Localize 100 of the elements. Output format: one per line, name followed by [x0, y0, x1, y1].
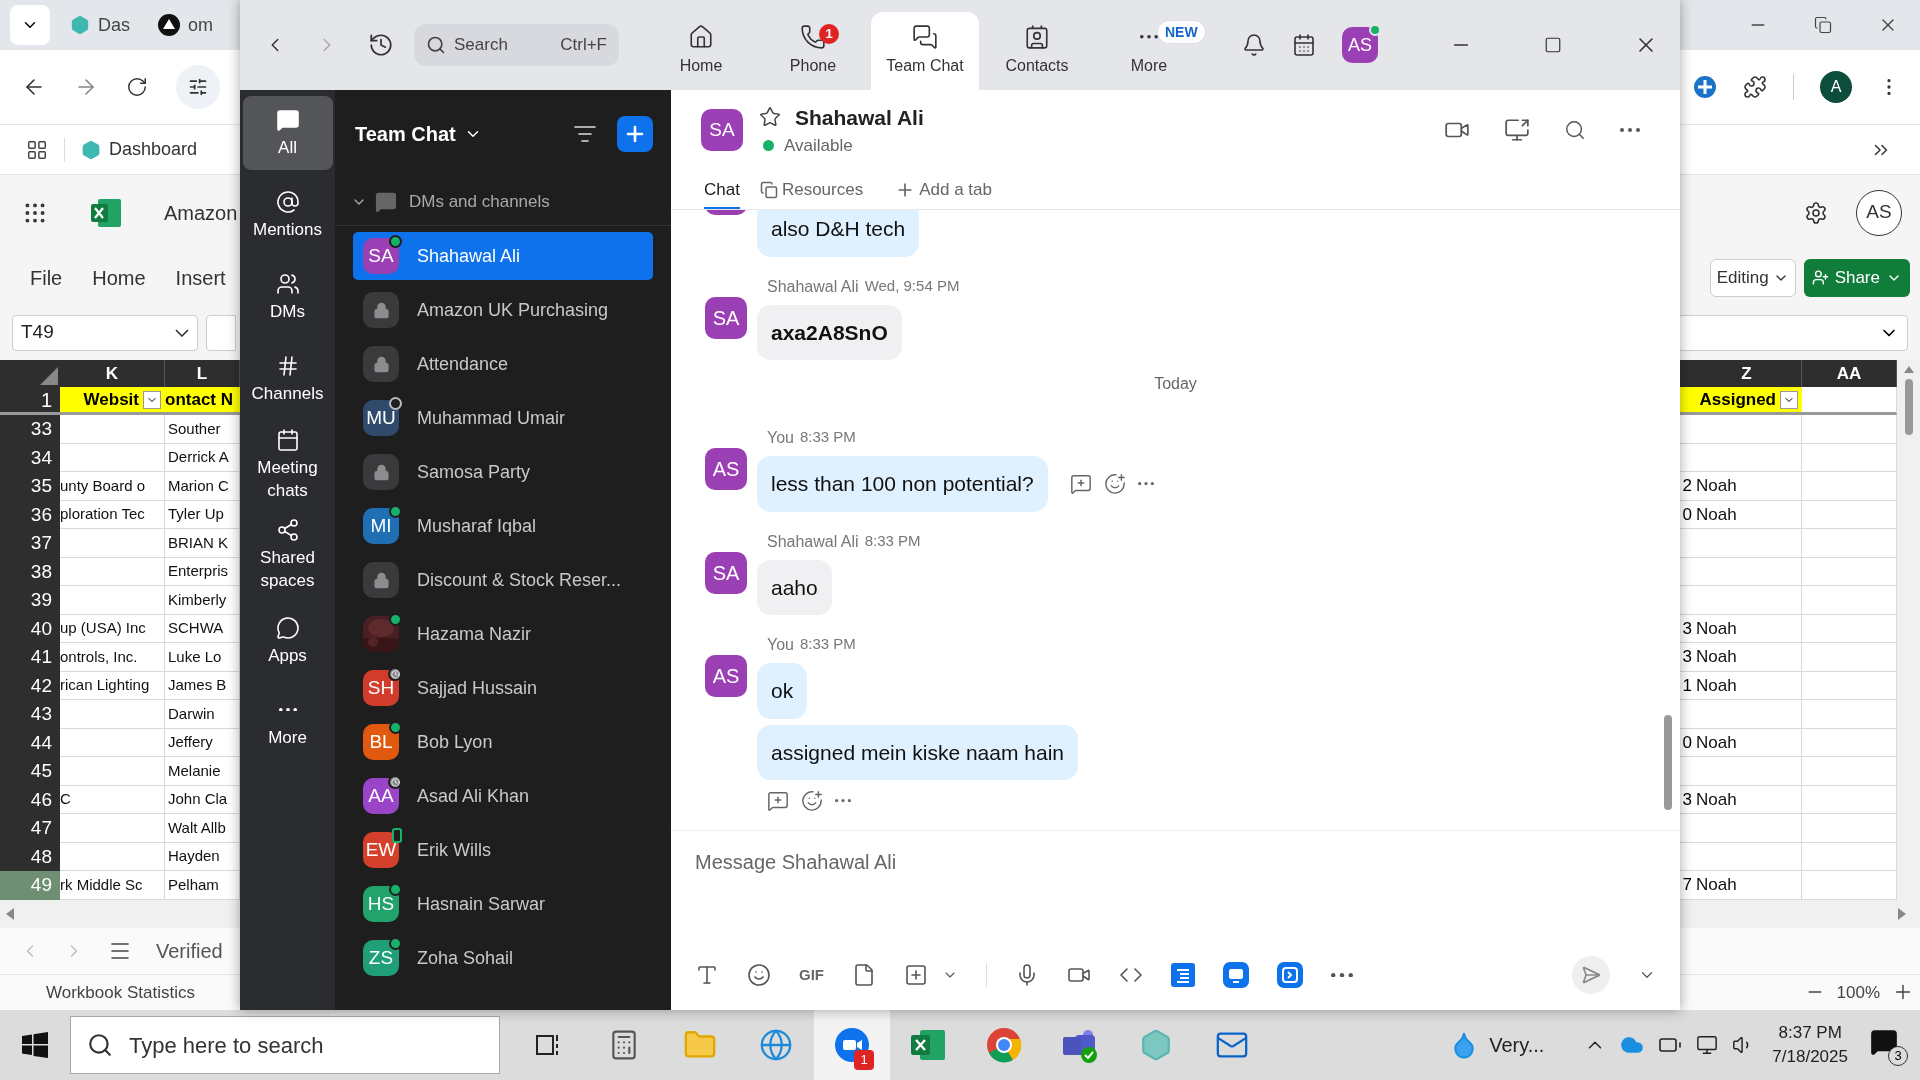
rail-item[interactable]: Channels: [242, 342, 333, 416]
bookmark-link[interactable]: Dashboard: [81, 136, 198, 163]
clock-date[interactable]: 7/18/2025: [1772, 1045, 1848, 1069]
scroll-right-icon[interactable]: [1898, 907, 1906, 920]
site-settings-button[interactable]: [176, 65, 220, 109]
share-screen-icon[interactable]: [1504, 117, 1530, 143]
chat-list-item[interactable]: ZS Zoha Sohail: [353, 934, 653, 982]
chat-list-item[interactable]: SH Sajjad Hussain: [353, 664, 653, 712]
row-header[interactable]: 1: [0, 387, 60, 415]
whiteboard-app-icon[interactable]: [1223, 962, 1249, 988]
ribbon-tab[interactable]: Home: [92, 262, 146, 293]
screenshot-icon[interactable]: [904, 963, 928, 987]
account-avatar[interactable]: AS: [1856, 189, 1902, 236]
browser-app-icon[interactable]: [986, 1027, 1022, 1063]
chat-list-item[interactable]: SA Shahawal Ali: [353, 232, 653, 280]
file-icon[interactable]: [852, 963, 876, 987]
row-header[interactable]: 38: [0, 557, 60, 586]
new-chat-button[interactable]: [617, 116, 653, 152]
chat-list-item[interactable]: AA Asad Ali Khan: [353, 772, 653, 820]
row-header[interactable]: 42: [0, 671, 60, 700]
emoji-icon[interactable]: [747, 963, 771, 987]
vertical-scrollbar[interactable]: [1897, 360, 1920, 900]
row-header[interactable]: 45: [0, 757, 60, 786]
network-icon[interactable]: [1696, 1034, 1719, 1056]
taskbar-app[interactable]: 1: [814, 1010, 890, 1080]
extensions-icon[interactable]: [1743, 75, 1767, 99]
apps-grid-icon[interactable]: [26, 138, 48, 161]
row-header[interactable]: 46: [0, 785, 60, 814]
browser-tab[interactable]: Das: [62, 7, 138, 43]
column-header[interactable]: Z: [1692, 360, 1802, 387]
more-icon[interactable]: [1137, 482, 1154, 486]
row-header[interactable]: 44: [0, 728, 60, 757]
star-icon[interactable]: [759, 106, 781, 129]
chat-list-item[interactable]: HS Hasnain Sarwar: [353, 880, 653, 928]
row-header[interactable]: 37: [0, 529, 60, 558]
more-icon[interactable]: [1331, 972, 1353, 978]
gif-button[interactable]: GIF: [799, 963, 824, 987]
globe-icon[interactable]: [759, 1028, 793, 1062]
rail-item[interactable]: All: [242, 96, 333, 170]
row-header[interactable]: 43: [0, 700, 60, 729]
chat-list-item[interactable]: Discount & Stock Reser...: [353, 556, 653, 604]
add-reaction-icon[interactable]: [801, 790, 823, 812]
spreadsheet-app-icon[interactable]: [910, 1028, 946, 1062]
filter-dropdown-icon[interactable]: [143, 390, 161, 409]
extension-icon[interactable]: [1693, 75, 1717, 99]
restore-icon[interactable]: [1814, 16, 1832, 34]
reload-icon[interactable]: [126, 76, 148, 98]
row-header[interactable]: 47: [0, 814, 60, 843]
select-all-corner[interactable]: [0, 360, 60, 387]
rail-item[interactable]: Shared spaces: [242, 514, 333, 596]
rail-item[interactable]: More: [242, 686, 333, 760]
editing-mode-button[interactable]: Editing: [1709, 258, 1796, 297]
nav-tab[interactable]: Contacts: [983, 12, 1091, 90]
profile-avatar[interactable]: A: [1820, 71, 1852, 103]
chat-list-item[interactable]: EW Erik Wills: [353, 826, 653, 874]
team-chat-menu[interactable]: Team Chat: [355, 119, 482, 149]
message-input[interactable]: Message Shahawal Ali: [695, 831, 1656, 950]
ribbon-tab[interactable]: File: [30, 262, 63, 293]
settings-icon[interactable]: [1804, 200, 1828, 225]
chat-list-item[interactable]: MU Muhammad Umair: [353, 394, 653, 442]
row-header[interactable]: 34: [0, 443, 60, 472]
start-icon[interactable]: [22, 1032, 48, 1058]
more-icon[interactable]: [1620, 128, 1640, 132]
more-icon[interactable]: [835, 799, 851, 803]
chat-list-item[interactable]: Amazon UK Purchasing: [353, 286, 653, 334]
row-header[interactable]: 41: [0, 643, 60, 672]
rail-item[interactable]: Mentions: [242, 178, 333, 252]
chat-list-item[interactable]: BL Bob Lyon: [353, 718, 653, 766]
account-avatar[interactable]: AS: [1342, 27, 1378, 63]
browser-tab[interactable]: om: [150, 7, 222, 43]
maximize-icon[interactable]: [1544, 36, 1562, 54]
clock-time[interactable]: 8:37 PM: [1778, 1021, 1842, 1045]
spreadsheet-logo-icon[interactable]: [90, 197, 122, 228]
column-header[interactable]: AA: [1802, 360, 1897, 387]
filter-dropdown-icon[interactable]: [1780, 390, 1798, 409]
name-box[interactable]: T49: [12, 314, 198, 351]
search-icon[interactable]: [1564, 119, 1586, 141]
bell-icon[interactable]: [1242, 33, 1266, 57]
row-header[interactable]: 39: [0, 586, 60, 615]
share-button[interactable]: Share: [1803, 258, 1910, 297]
reply-icon[interactable]: [1069, 472, 1092, 495]
add-reaction-icon[interactable]: [1103, 472, 1126, 495]
calendar-icon[interactable]: [1292, 33, 1316, 57]
document-app-icon[interactable]: [1171, 963, 1195, 987]
ribbon-tab[interactable]: Insert: [175, 262, 226, 293]
reply-icon[interactable]: [767, 790, 789, 812]
column-header[interactable]: K: [60, 360, 165, 387]
nav-tab[interactable]: 1 Phone: [759, 12, 867, 90]
taskbar-search-field[interactable]: Type here to search: [70, 1016, 500, 1074]
rail-item[interactable]: Meeting chats: [242, 424, 333, 506]
nav-tab[interactable]: Team Chat: [871, 12, 979, 90]
row-header[interactable]: 40: [0, 614, 60, 643]
text-format-icon[interactable]: [695, 963, 719, 987]
rail-item[interactable]: Apps: [242, 604, 333, 678]
nav-tab[interactable]: NEW More: [1095, 12, 1203, 90]
column-header[interactable]: L: [165, 360, 240, 387]
search-field[interactable]: Search Ctrl+F: [414, 24, 619, 66]
clips-app-icon[interactable]: [1277, 962, 1303, 988]
scroll-left-icon[interactable]: [6, 907, 14, 920]
rail-item[interactable]: DMs: [242, 260, 333, 334]
